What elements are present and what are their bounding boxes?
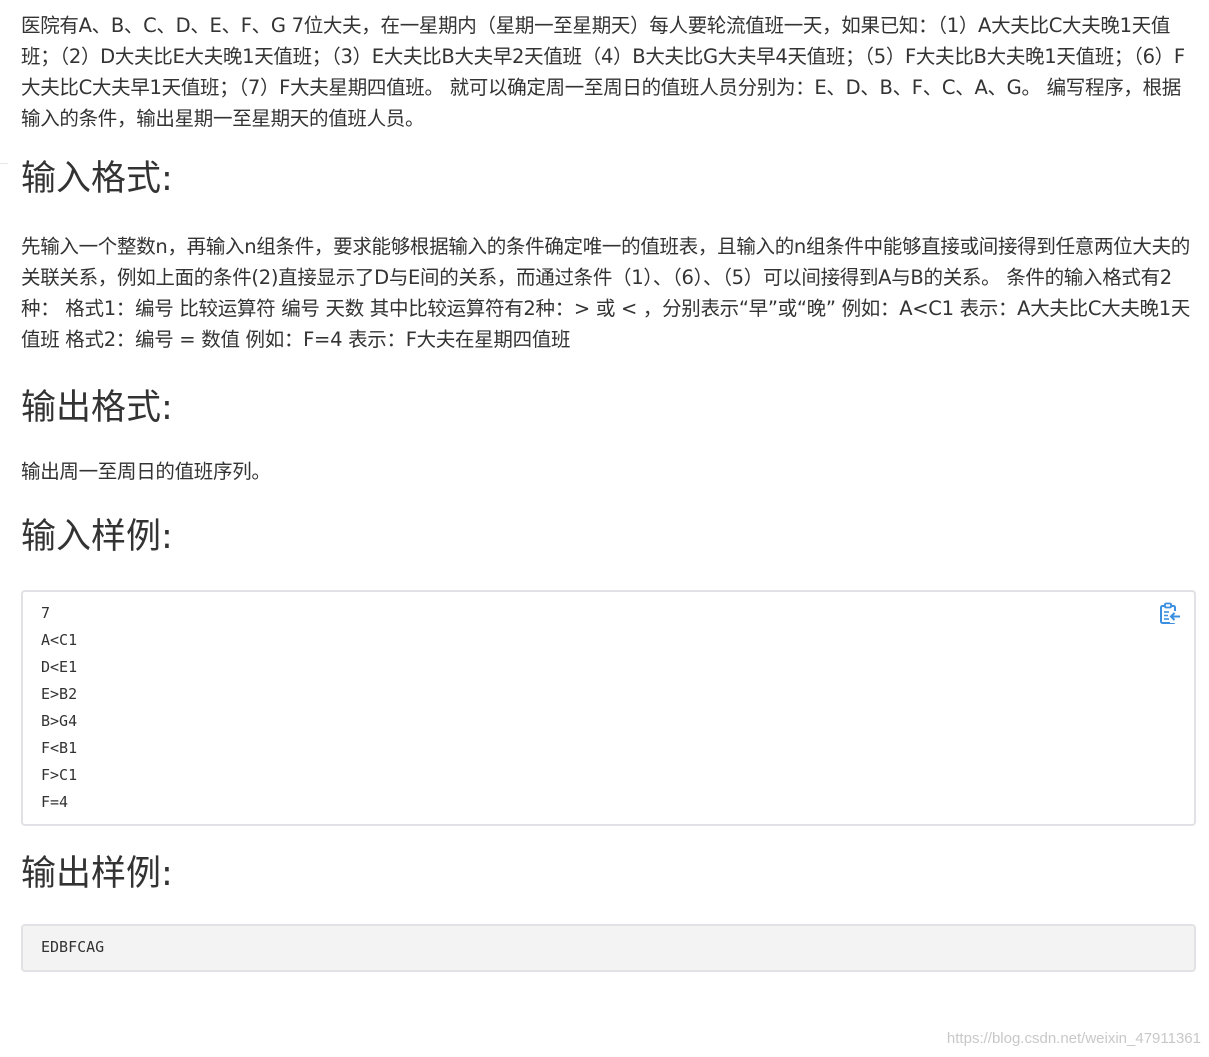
output-format-heading: 输出格式:: [21, 388, 173, 428]
sample-input-box[interactable]: 7 A<C1 D<E1 E>B2 B>G4 F<B1 F>C1 F=4: [21, 590, 1196, 826]
sample-output-heading: 输出样例:: [21, 854, 173, 894]
clipboard-copy-icon[interactable]: [1157, 601, 1183, 627]
watermark-text: https://blog.csdn.net/weixin_47911361: [946, 1030, 1201, 1047]
output-format-text: 输出周一至周日的值班序列。: [21, 460, 271, 483]
sample-output-box[interactable]: EDBFCAG: [21, 924, 1196, 972]
sample-input-heading: 输入样例:: [21, 517, 173, 557]
sample-input-code[interactable]: 7 A<C1 D<E1 E>B2 B>G4 F<B1 F>C1 F=4: [41, 600, 1194, 816]
input-format-heading: 输入格式:: [21, 159, 173, 199]
input-format-text: 先输入一个整数n，再输入n组条件，要求能够根据输入的条件确定唯一的值班表，且输入…: [21, 235, 1191, 351]
left-divider-tick: [0, 163, 8, 164]
problem-description: 医院有A、B、C、D、E、F、G 7位大夫，在一星期内（星期一至星期天）每人要轮…: [21, 14, 1185, 130]
sample-output-code[interactable]: EDBFCAG: [41, 934, 1194, 961]
problem-page: 医院有A、B、C、D、E、F、G 7位大夫，在一星期内（星期一至星期天）每人要轮…: [21, 10, 1196, 972]
